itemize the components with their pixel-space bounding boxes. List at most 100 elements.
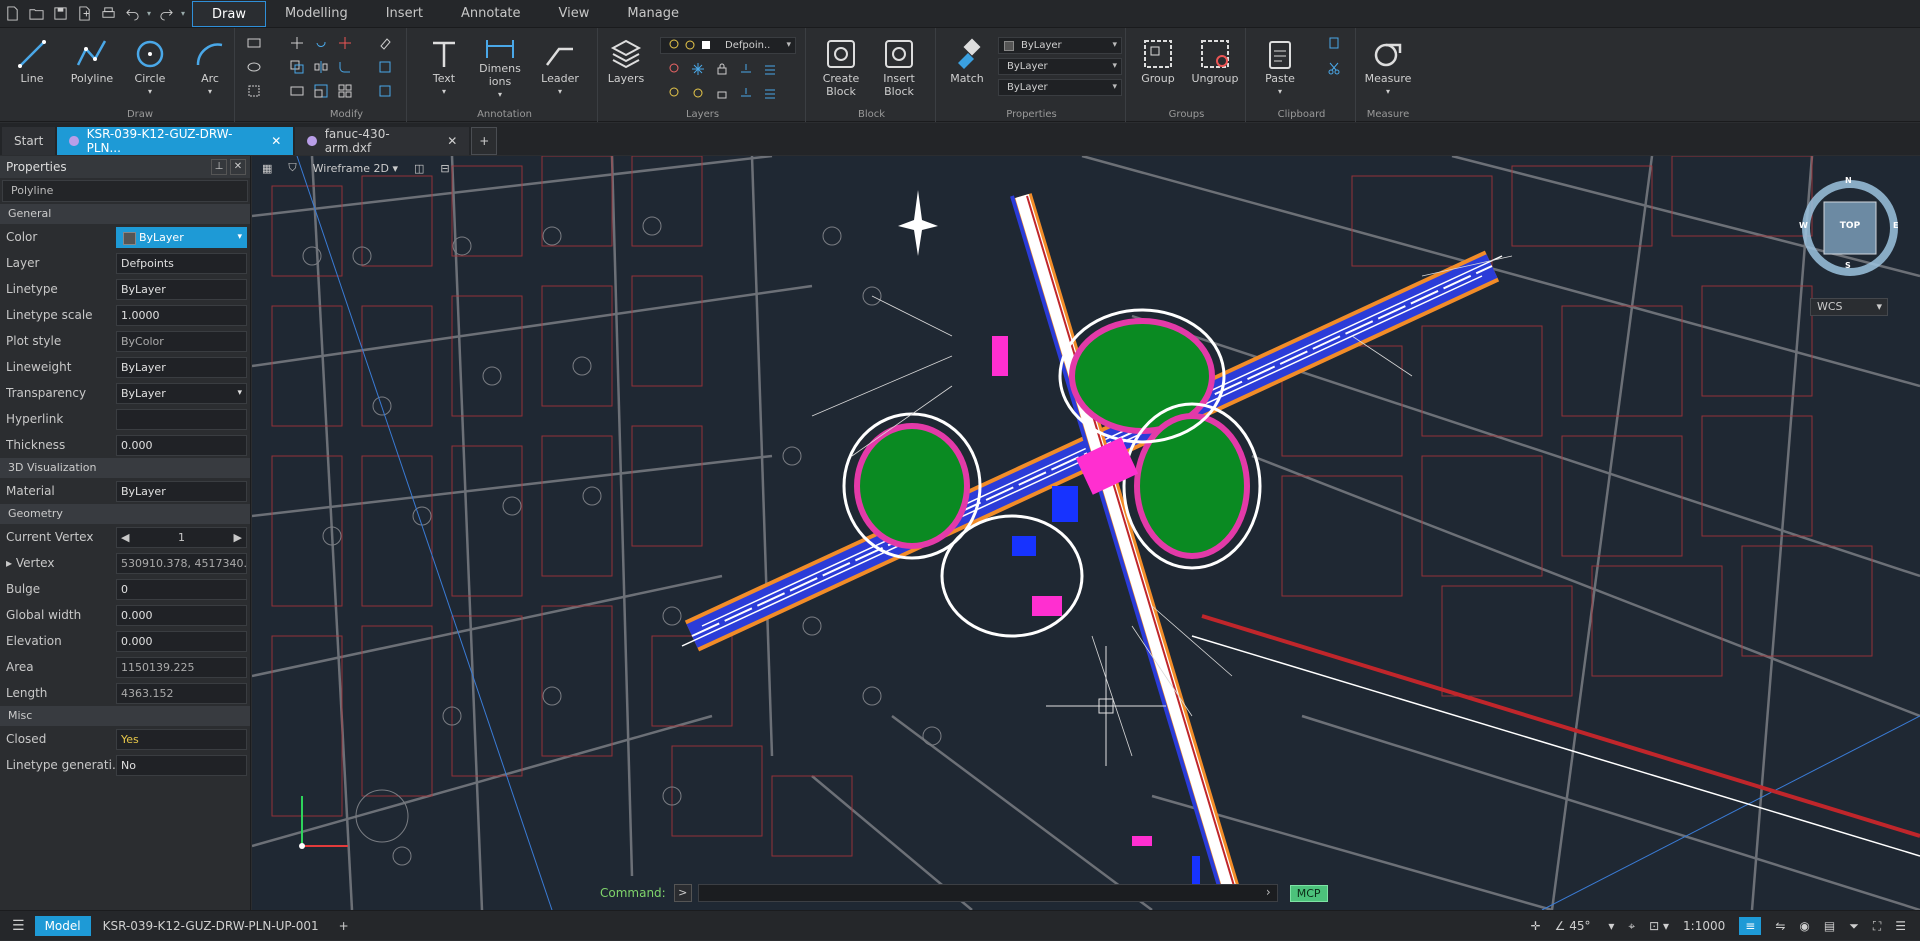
circle-button[interactable]: Circle ▾ (130, 36, 170, 98)
layout-tab[interactable]: KSR-039-K12-GUZ-DRW-PLN-UP-001 (103, 919, 319, 933)
hamburger-menu-icon[interactable]: ☰ (12, 918, 25, 934)
region-icon[interactable] (244, 82, 264, 100)
move-icon[interactable] (287, 34, 307, 52)
viewport-shield-icon[interactable]: ⛉ (288, 161, 296, 175)
close-tab-icon[interactable]: ✕ (271, 134, 281, 148)
color-field[interactable]: ByLayer (116, 226, 247, 248)
layer-isolate-icon[interactable] (736, 60, 756, 78)
layer-walk-icon[interactable] (760, 84, 780, 102)
new-tab-button[interactable]: + (471, 127, 498, 155)
print-icon[interactable] (96, 2, 120, 26)
layer-unlock-icon[interactable] (712, 84, 732, 102)
linetype-field[interactable]: ByLayer (116, 278, 247, 300)
redo-icon[interactable] (154, 2, 178, 26)
create-block-button[interactable]: Create Block (814, 36, 868, 98)
save-icon[interactable] (48, 2, 72, 26)
tab-fanuc-drawing[interactable]: fanuc-430-arm.dxf ✕ (295, 127, 470, 155)
match-button[interactable]: Match (942, 36, 992, 85)
line-button[interactable]: Line (12, 36, 52, 85)
polyline-button[interactable]: Polyline (68, 36, 116, 85)
lineweight-toggle-icon[interactable]: ≡ (1739, 917, 1762, 935)
measure-button[interactable]: Measure ▾ (1362, 36, 1414, 98)
mcp-badge[interactable]: MCP (1289, 884, 1328, 902)
menu-annotate[interactable]: Annotate (442, 1, 539, 27)
text-button[interactable]: Text ▾ (424, 36, 464, 98)
wcs-dropdown[interactable]: WCS (1810, 298, 1888, 316)
copy-clip-icon[interactable] (1324, 34, 1344, 52)
prop-label[interactable]: ▸ Vertex (6, 556, 116, 570)
layers-button[interactable]: Layers (606, 36, 646, 85)
annotation-scale[interactable]: 1:1000 (1683, 919, 1725, 933)
viewport-grid-icon[interactable]: ▦ (262, 162, 272, 175)
paste-button[interactable]: Paste ▾ (1258, 36, 1302, 98)
viewport-layout-icon[interactable]: ◫ (414, 162, 424, 175)
hyperlink-field[interactable] (116, 408, 247, 430)
prev-vertex-icon[interactable]: ◀ (121, 531, 129, 544)
grid-icon[interactable]: ⊡ ▾ (1649, 919, 1669, 933)
close-icon[interactable]: ✕ (230, 159, 246, 175)
vertex-field[interactable]: 530910.378, 4517340.1 (116, 552, 247, 574)
tab-start[interactable]: Start (2, 127, 56, 155)
explode-icon[interactable] (375, 82, 395, 100)
view-cube-top-label[interactable]: TOP (1824, 221, 1876, 231)
ungroup-button[interactable]: Ungroup (1188, 36, 1242, 85)
dimensions-button[interactable]: Dimensions ▾ (474, 36, 526, 101)
layer-off-icon[interactable] (664, 60, 684, 78)
color-dropdown[interactable]: ByLayer (998, 37, 1122, 54)
lineweight-field[interactable]: ByLayer (116, 356, 247, 378)
snap-icon[interactable]: ✛ (1531, 919, 1541, 933)
transparency-field[interactable]: ByLayer (116, 382, 247, 404)
visual-style-dropdown[interactable]: Wireframe 2D ▾ (313, 162, 398, 175)
visibility-icon[interactable]: ◉ (1799, 919, 1809, 933)
fillet-icon[interactable] (335, 58, 355, 76)
menu-view[interactable]: View (540, 1, 609, 27)
lineweight-dropdown[interactable]: ByLayer (998, 79, 1122, 96)
new-file-icon[interactable] (0, 2, 24, 26)
layer-thaw-icon[interactable] (688, 60, 708, 78)
model-tab[interactable]: Model (34, 915, 91, 936)
rotate-icon[interactable] (311, 34, 331, 52)
dynamic-input-icon[interactable]: ⇋ (1775, 919, 1785, 933)
pin-icon[interactable]: ⊥ (211, 159, 227, 175)
polar-tracking-toggle[interactable]: ∠ 45° ▾ (1555, 919, 1615, 933)
object-type-select[interactable]: Polyline (2, 180, 248, 202)
section-general[interactable]: General (0, 204, 250, 224)
menu-modelling[interactable]: Modelling (266, 1, 367, 27)
fullscreen-icon[interactable]: ⛶ (1873, 919, 1881, 934)
layer-merge-icon[interactable] (760, 60, 780, 78)
ellipse-icon[interactable] (244, 58, 264, 76)
thickness-field[interactable]: 0.000 (116, 434, 247, 456)
ltscale-field[interactable]: 1.0000 (116, 304, 247, 326)
layer-thaw-all-icon[interactable] (688, 84, 708, 102)
elevation-field[interactable]: 0.000 (116, 630, 247, 652)
global-width-field[interactable]: 0.000 (116, 604, 247, 626)
filter-icon[interactable]: ⏷ (1849, 919, 1859, 934)
redo-dropdown-icon[interactable]: ▾ (178, 9, 188, 18)
trim-icon[interactable] (335, 34, 355, 52)
layer-field[interactable]: Defpoints (116, 252, 247, 274)
mirror-icon[interactable] (311, 58, 331, 76)
group-button[interactable]: Group (1134, 36, 1182, 85)
drawing-viewport[interactable] (252, 156, 1920, 910)
open-folder-icon[interactable] (24, 2, 48, 26)
menu-manage[interactable]: Manage (608, 1, 698, 27)
menu-insert[interactable]: Insert (367, 1, 442, 27)
undo-dropdown-icon[interactable]: ▾ (144, 9, 154, 18)
next-vertex-icon[interactable]: ▶ (234, 531, 242, 544)
save-as-icon[interactable] (72, 2, 96, 26)
scale-icon[interactable] (311, 82, 331, 100)
arc-button[interactable]: Arc ▾ (190, 36, 230, 98)
layer-on-all-icon[interactable] (664, 84, 684, 102)
plotstyle-field[interactable]: ByColor (116, 330, 247, 352)
menu-draw[interactable]: Draw (192, 0, 266, 27)
copy-icon[interactable] (287, 58, 307, 76)
erase-icon[interactable] (375, 34, 395, 52)
properties-toggle-icon[interactable]: ▤ (1824, 919, 1835, 933)
layer-previous-icon[interactable] (736, 84, 756, 102)
linetype-generation-field[interactable]: No (116, 754, 247, 776)
layer-lock-icon[interactable] (712, 60, 732, 78)
offset-icon[interactable] (375, 58, 395, 76)
insert-block-button[interactable]: Insert Block (872, 36, 926, 98)
array-icon[interactable] (335, 82, 355, 100)
closed-field[interactable]: Yes (116, 728, 247, 750)
